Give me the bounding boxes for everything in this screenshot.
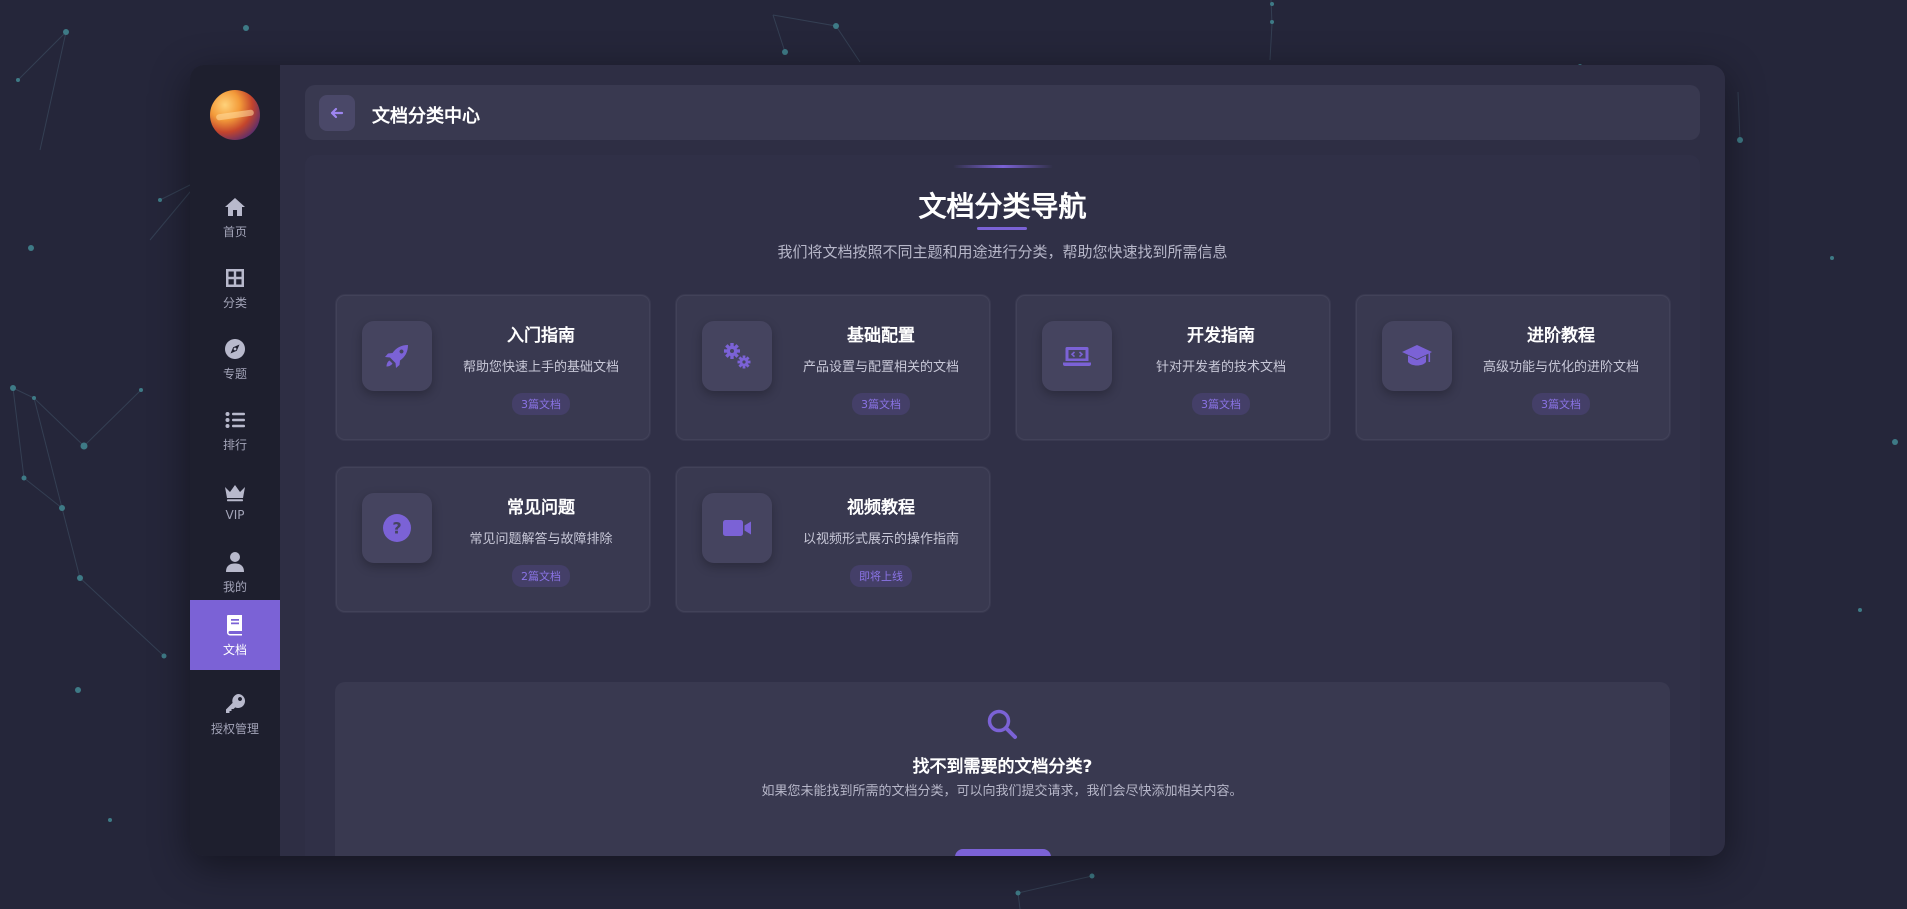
sidebar-item-label: 专题 <box>222 366 247 381</box>
sidebar-item-category[interactable]: 分类 <box>190 253 280 323</box>
card-title: 进阶教程 <box>1527 326 1595 346</box>
card-icon-box: ? <box>362 493 432 563</box>
page-title: 文档分类中心 <box>372 106 480 127</box>
key-icon <box>226 693 246 713</box>
avatar[interactable] <box>210 90 260 140</box>
gears-icon <box>724 343 751 369</box>
arrow-left-icon <box>330 107 344 119</box>
card-description: 帮助您快速上手的基础文档 <box>462 360 619 375</box>
help-title: 找不到需要的文档分类? <box>912 757 1093 777</box>
rocket-icon <box>385 345 408 368</box>
decorative-line <box>953 165 1053 168</box>
help-description: 如果您未能找到所需的文档分类，可以向我们提交请求，我们会尽快添加相关内容。 <box>761 784 1243 799</box>
back-button[interactable] <box>319 95 355 131</box>
section-title: 文档分类导航 <box>918 190 1087 223</box>
category-card-basic-config[interactable]: 基础配置 产品设置与配置相关的文档 3篇文档 <box>675 294 991 441</box>
category-card-advanced[interactable]: 进阶教程 高级功能与优化的进阶文档 3篇文档 <box>1355 294 1671 441</box>
svg-text:?: ? <box>392 519 401 538</box>
category-card-video[interactable]: 视频教程 以视频形式展示的操作指南 即将上线 <box>675 466 991 613</box>
main-content: 文档分类中心 文档分类导航 我们将文档按照不同主题和用途进行分类，帮助您快速找到… <box>280 65 1725 856</box>
sidebar-item-home[interactable]: 首页 <box>190 182 280 252</box>
card-title: 基础配置 <box>847 326 915 346</box>
compass-icon <box>225 338 246 359</box>
card-icon-box <box>702 493 772 563</box>
doc-count-badge: 3篇文档 <box>852 393 910 415</box>
card-icon-box <box>362 321 432 391</box>
card-description: 常见问题解答与故障排除 <box>469 532 613 547</box>
book-icon <box>227 614 242 635</box>
doc-count-badge: 3篇文档 <box>512 393 570 415</box>
user-icon <box>226 551 244 572</box>
category-panel: 文档分类导航 我们将文档按照不同主题和用途进行分类，帮助您快速找到所需信息 入门… <box>305 155 1700 856</box>
home-icon <box>225 197 245 216</box>
doc-count-badge: 3篇文档 <box>1532 393 1590 415</box>
card-description: 产品设置与配置相关的文档 <box>802 360 959 375</box>
search-icon <box>987 709 1017 739</box>
sidebar-item-docs[interactable]: 文档 <box>190 600 280 670</box>
question-circle-icon: ? <box>383 514 411 542</box>
category-card-getting-started[interactable]: 入门指南 帮助您快速上手的基础文档 3篇文档 <box>335 294 651 441</box>
list-icon <box>225 411 245 428</box>
sidebar: 首页 分类 专题 排行 VIP 我的 文档 授权管理 <box>190 65 280 856</box>
request-category-box: 找不到需要的文档分类? 如果您未能找到所需的文档分类，可以向我们提交请求，我们会… <box>335 682 1670 856</box>
video-icon <box>723 520 751 536</box>
card-title: 开发指南 <box>1187 326 1255 346</box>
category-card-dev-guide[interactable]: 开发指南 针对开发者的技术文档 3篇文档 <box>1015 294 1331 441</box>
header-bar: 文档分类中心 <box>305 85 1700 140</box>
sidebar-item-topic[interactable]: 专题 <box>190 324 280 394</box>
sidebar-item-vip[interactable]: VIP <box>190 466 280 536</box>
sidebar-item-label: 我的 <box>222 579 247 594</box>
app-window: 首页 分类 专题 排行 VIP 我的 文档 授权管理 文档分类中心 文档分类导航… <box>190 65 1725 856</box>
card-description: 针对开发者的技术文档 <box>1155 360 1286 375</box>
card-title: 常见问题 <box>507 498 575 518</box>
sidebar-item-label: VIP <box>225 508 245 522</box>
laptop-code-icon <box>1063 347 1091 366</box>
sidebar-item-label: 首页 <box>222 224 247 239</box>
submit-request-button[interactable] <box>955 849 1051 856</box>
card-description: 以视频形式展示的操作指南 <box>802 532 959 547</box>
card-title: 视频教程 <box>847 498 915 518</box>
sidebar-item-license[interactable]: 授权管理 <box>190 679 280 749</box>
card-icon-box <box>702 321 772 391</box>
doc-count-badge: 2篇文档 <box>512 565 570 587</box>
crown-icon <box>225 485 245 502</box>
sidebar-item-label: 授权管理 <box>210 721 259 736</box>
grid-icon <box>226 268 244 287</box>
card-title: 入门指南 <box>507 326 575 346</box>
doc-count-badge: 3篇文档 <box>1192 393 1250 415</box>
category-card-faq[interactable]: ? 常见问题 常见问题解答与故障排除 2篇文档 <box>335 466 651 613</box>
card-icon-box <box>1382 321 1452 391</box>
card-description: 高级功能与优化的进阶文档 <box>1482 360 1639 375</box>
sidebar-item-label: 分类 <box>222 295 247 310</box>
card-icon-box <box>1042 321 1112 391</box>
sidebar-item-label: 文档 <box>222 642 247 657</box>
title-underline <box>977 227 1027 230</box>
sidebar-item-ranking[interactable]: 排行 <box>190 395 280 465</box>
graduation-cap-icon <box>1402 345 1432 366</box>
section-subtitle: 我们将文档按照不同主题和用途进行分类，帮助您快速找到所需信息 <box>777 243 1228 261</box>
status-badge: 即将上线 <box>850 565 912 587</box>
sidebar-item-mine[interactable]: 我的 <box>190 537 280 607</box>
sidebar-item-label: 排行 <box>222 437 247 452</box>
